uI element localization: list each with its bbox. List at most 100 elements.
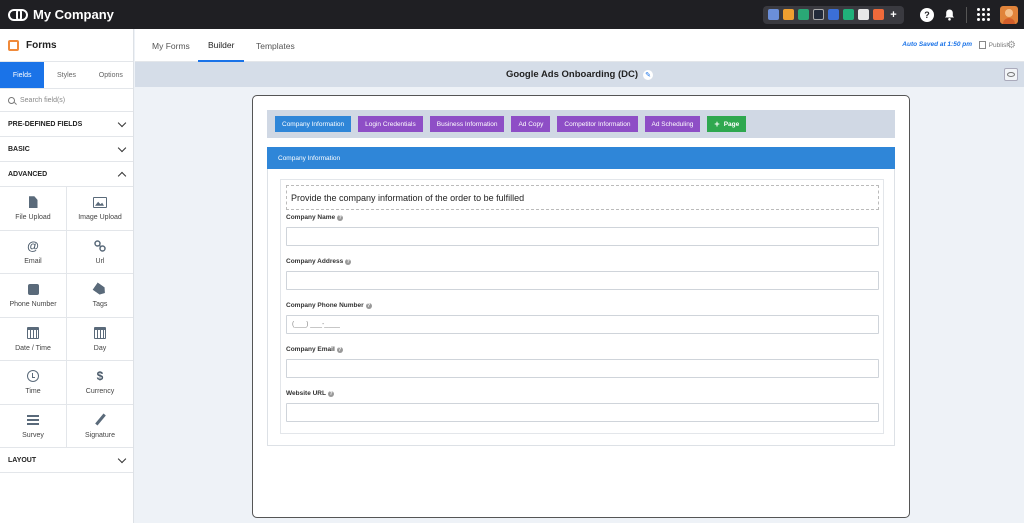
page-login-credentials[interactable]: Login Credentials xyxy=(358,116,423,132)
edit-title-icon[interactable]: ✎ xyxy=(643,69,654,80)
app-switcher-strip: + xyxy=(763,5,904,24)
app-icon-2[interactable] xyxy=(783,9,794,20)
website-url-label: Website URL ? xyxy=(286,390,334,397)
field-label: Url xyxy=(95,257,105,265)
help-icon[interactable]: ? xyxy=(337,214,344,221)
sidebar-header: Forms xyxy=(0,29,133,62)
app-icon-8[interactable] xyxy=(873,9,884,20)
tab-fields[interactable]: Fields xyxy=(0,62,45,88)
company-phone-label: Company Phone Number ? xyxy=(286,302,372,309)
dollar-icon: $ xyxy=(96,369,104,384)
app-icon-5[interactable] xyxy=(828,9,839,20)
page-ad-scheduling[interactable]: Ad Scheduling xyxy=(644,116,701,132)
app-icon-6[interactable] xyxy=(843,9,854,20)
left-sidebar: Forms Fields Styles Options Search field… xyxy=(0,29,134,523)
app-icon-7[interactable] xyxy=(858,9,869,20)
help-icon[interactable]: ? xyxy=(345,258,352,265)
field-currency[interactable]: $ Currency xyxy=(67,361,133,405)
add-page-button[interactable]: + Page xyxy=(707,116,747,132)
field-time[interactable]: Time xyxy=(0,361,67,405)
tab-builder[interactable]: Builder xyxy=(198,29,245,62)
apps-grid-icon[interactable] xyxy=(977,8,990,21)
help-icon[interactable]: ? xyxy=(327,390,334,397)
field-signature[interactable]: Signature xyxy=(67,405,133,448)
field-label: Day xyxy=(93,344,107,352)
tab-options[interactable]: Options xyxy=(89,62,133,88)
avatar[interactable] xyxy=(1000,5,1018,24)
file-icon xyxy=(28,195,38,209)
page-tabs-bar: Company Information Login Credentials Bu… xyxy=(267,110,895,138)
form-canvas: Company Information Login Credentials Bu… xyxy=(252,95,910,518)
field-label: Image Upload xyxy=(78,214,122,222)
help-icon[interactable]: ? xyxy=(920,7,934,22)
fields-container: Provide the company information of the o… xyxy=(280,179,884,434)
field-image-upload[interactable]: Image Upload xyxy=(67,187,133,231)
field-label: Currency xyxy=(85,388,115,396)
company-address-input[interactable] xyxy=(286,271,879,290)
field-file-upload[interactable]: File Upload xyxy=(0,187,67,231)
section-body: Provide the company information of the o… xyxy=(267,169,895,446)
company-email-input[interactable] xyxy=(286,359,879,378)
company-name-label: Company Name ? xyxy=(286,214,344,221)
bell-icon[interactable] xyxy=(942,8,956,22)
brand[interactable]: My Company xyxy=(8,7,114,22)
add-app-icon[interactable]: + xyxy=(888,9,899,21)
section-advanced[interactable]: ADVANCED xyxy=(0,162,133,187)
form-title-bar: Google Ads Onboarding (DC) ✎ xyxy=(135,62,1024,87)
company-phone-input[interactable] xyxy=(286,315,879,334)
form-title: Google Ads Onboarding (DC) xyxy=(505,69,639,80)
company-name-input[interactable] xyxy=(286,227,879,246)
app-icon-1[interactable] xyxy=(768,9,779,20)
label-text: Company Name xyxy=(286,214,336,221)
field-email[interactable]: @ Email xyxy=(0,230,67,274)
page-competitor-information[interactable]: Competitor Information xyxy=(557,116,638,132)
field-url[interactable]: Url xyxy=(67,231,133,274)
chevron-down-icon xyxy=(117,118,127,127)
chevron-down-icon xyxy=(117,143,127,152)
help-icon[interactable]: ? xyxy=(336,346,343,353)
gear-icon[interactable]: ⚙ xyxy=(1007,40,1016,51)
image-icon xyxy=(93,195,107,209)
section-predefined-fields[interactable]: PRE-DEFINED FIELDS xyxy=(0,112,133,137)
tab-my-forms[interactable]: My Forms xyxy=(152,29,190,62)
search-icon xyxy=(8,96,15,104)
sidebar-title: Forms xyxy=(26,39,57,51)
link-icon xyxy=(94,239,106,253)
section-label: BASIC xyxy=(8,145,30,153)
field-search[interactable]: Search field(s) xyxy=(0,89,133,112)
app-icon-4[interactable] xyxy=(813,9,824,20)
field-phone-number[interactable]: Phone Number xyxy=(0,274,67,318)
field-tags[interactable]: Tags xyxy=(67,274,133,318)
add-page-label: Page xyxy=(723,120,740,128)
main-nav: My Forms Builder Templates Auto Saved at… xyxy=(135,29,1024,62)
page-ad-copy[interactable]: Ad Copy xyxy=(511,116,551,132)
intro-text[interactable]: Provide the company information of the o… xyxy=(286,185,879,210)
section-layout[interactable]: LAYOUT xyxy=(0,448,133,473)
help-icon[interactable]: ? xyxy=(365,302,372,309)
at-icon: @ xyxy=(27,238,39,253)
plus-icon: + xyxy=(714,119,720,129)
advanced-fields-grid: File Upload Image Upload @ Email Url Pho… xyxy=(0,187,133,448)
tab-styles[interactable]: Styles xyxy=(44,62,88,88)
sidebar-tabs: Fields Styles Options xyxy=(0,62,133,89)
preview-eye-icon[interactable] xyxy=(1004,68,1018,81)
publish-button[interactable]: Publish xyxy=(979,41,1010,49)
brand-logo-icon xyxy=(8,8,28,21)
forms-icon xyxy=(8,39,19,51)
section-header[interactable]: Company Information xyxy=(267,147,895,169)
tag-icon xyxy=(94,282,106,296)
chevron-down-icon xyxy=(117,454,127,463)
page-company-information[interactable]: Company Information xyxy=(275,116,352,132)
field-date-time[interactable]: Date / Time xyxy=(0,317,67,361)
calendar-icon xyxy=(27,326,39,340)
website-url-input[interactable] xyxy=(286,403,879,422)
field-label: Phone Number xyxy=(9,301,57,309)
tab-templates[interactable]: Templates xyxy=(256,29,295,62)
app-icon-3[interactable] xyxy=(798,9,809,20)
section-basic[interactable]: BASIC xyxy=(0,137,133,162)
chevron-down-icon xyxy=(117,171,127,180)
field-survey[interactable]: Survey xyxy=(0,404,67,448)
page-business-information[interactable]: Business Information xyxy=(429,116,505,132)
field-label: Signature xyxy=(85,431,115,439)
field-day[interactable]: Day xyxy=(67,318,133,361)
